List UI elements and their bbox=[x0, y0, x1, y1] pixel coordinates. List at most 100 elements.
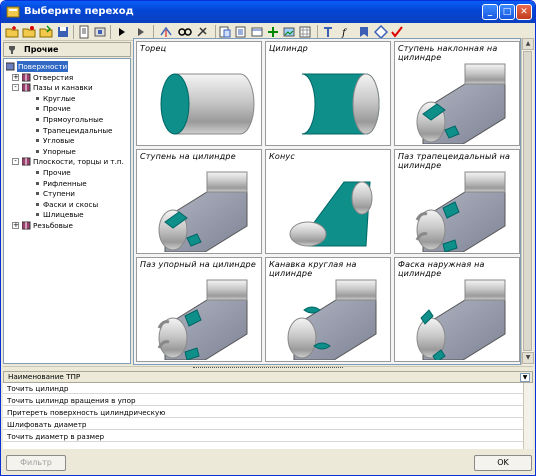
card-caption: Конус bbox=[269, 152, 295, 161]
operation-row[interactable]: Шлифовать диаметр bbox=[3, 419, 523, 430]
filter-icon[interactable] bbox=[134, 25, 148, 39]
save-icon[interactable] bbox=[56, 25, 70, 39]
tree-item-label: Пазы и канавки bbox=[33, 83, 93, 93]
card-caption: Торец bbox=[140, 44, 167, 53]
tree-item-label: Отверстия bbox=[33, 72, 74, 82]
leaf-icon bbox=[36, 128, 39, 132]
properties-icon[interactable] bbox=[77, 25, 91, 39]
text-icon[interactable] bbox=[321, 25, 335, 39]
search-icon[interactable] bbox=[159, 25, 173, 39]
cone-image bbox=[289, 181, 373, 247]
image-icon[interactable] bbox=[282, 25, 296, 39]
transition-card[interactable]: Торец bbox=[136, 41, 262, 146]
tree-item-label: Шлицевые bbox=[43, 210, 84, 220]
ok-button[interactable]: OK bbox=[474, 455, 532, 471]
groove-round-image bbox=[287, 279, 377, 360]
scroll-up-icon[interactable]: ▲ bbox=[522, 38, 534, 50]
tree-item-label: Прочие bbox=[43, 104, 71, 114]
expand-icon[interactable]: + bbox=[12, 73, 19, 81]
category-tree[interactable]: Поверхности + Отверстия - Пазы и канавки Круг… bbox=[3, 58, 131, 364]
groove-trap-image bbox=[415, 171, 506, 252]
transition-card[interactable]: Цилиндр bbox=[265, 41, 391, 146]
operations-list[interactable]: Точить цилиндр Точить цилиндр вращения в … bbox=[3, 383, 533, 449]
leaf-icon bbox=[36, 149, 39, 153]
transition-card[interactable]: Канавка круглая на цилиндре bbox=[265, 257, 391, 362]
tree-item-label: Прямоугольные bbox=[43, 115, 104, 124]
transition-card[interactable]: Конус bbox=[265, 149, 391, 254]
leaf-icon bbox=[36, 107, 39, 111]
add-icon[interactable] bbox=[266, 25, 280, 39]
scroll-thumb[interactable] bbox=[523, 51, 532, 351]
expand-icon[interactable]: + bbox=[12, 222, 19, 229]
operation-row[interactable]: Точить цилиндр bbox=[3, 383, 523, 394]
grid-icon[interactable] bbox=[298, 25, 312, 39]
card-caption: Ступень на цилиндре bbox=[140, 152, 236, 161]
window-title: Выберите переход bbox=[24, 6, 134, 17]
maximize-button[interactable]: □ bbox=[499, 4, 515, 20]
leaf-icon bbox=[36, 118, 39, 121]
insert-icon[interactable] bbox=[250, 25, 264, 39]
diamond-icon[interactable] bbox=[374, 25, 388, 39]
tools-icon[interactable] bbox=[93, 25, 107, 39]
collapse-icon[interactable]: - bbox=[12, 158, 19, 166]
transition-card[interactable]: Ступень наклонная на цилиндре bbox=[394, 41, 520, 146]
card-caption: Паз упорный на цилиндре bbox=[140, 260, 256, 269]
run-icon[interactable] bbox=[115, 25, 129, 39]
transition-card[interactable]: Паз трапецеидальный на цилиндре bbox=[394, 149, 520, 254]
cut-icon[interactable] bbox=[218, 25, 232, 39]
tree-item-label: Рифленные bbox=[43, 178, 87, 188]
tree-item-label: Поверхности bbox=[17, 61, 69, 72]
leaf-icon bbox=[36, 192, 39, 196]
bottom-bar: Фильтр OK bbox=[3, 451, 533, 475]
tree-item-label: Прочие bbox=[43, 168, 71, 177]
transition-card[interactable]: Паз упорный на цилиндре bbox=[136, 257, 262, 362]
operations-header-label: Наименование ТПР bbox=[8, 372, 81, 381]
leaf-icon bbox=[36, 171, 39, 174]
open-icon[interactable] bbox=[39, 25, 53, 39]
book-icon bbox=[22, 73, 31, 82]
book-open-icon bbox=[22, 157, 31, 166]
copy-icon[interactable] bbox=[195, 25, 209, 39]
leaf-icon bbox=[36, 181, 39, 185]
leaf-icon bbox=[36, 213, 39, 217]
leaf-icon bbox=[36, 96, 39, 100]
tree-item-label: Плоскости, торцы и т.п. bbox=[33, 157, 124, 167]
tree-item-label: Ступени bbox=[43, 189, 75, 199]
step-image bbox=[158, 171, 248, 252]
chamfer-image bbox=[416, 279, 506, 360]
scroll-down-icon[interactable]: ▼ bbox=[522, 352, 534, 364]
category-header[interactable]: Прочие bbox=[3, 42, 131, 57]
title-bar[interactable]: Выберите переход _ □ ✕ bbox=[1, 1, 535, 23]
collapse-icon[interactable]: - bbox=[12, 84, 19, 92]
bookmark-icon[interactable] bbox=[357, 25, 371, 39]
transition-gallery[interactable]: Торец Цилиндр Ступень наклонная на цилин… bbox=[133, 38, 521, 365]
minimize-button[interactable]: _ bbox=[482, 4, 498, 20]
gallery-scrollbar[interactable]: ▲ ▼ bbox=[521, 38, 534, 365]
app-icon bbox=[6, 6, 20, 18]
dialog-window: Выберите переход _ □ ✕ f Прочие Поверхно… bbox=[0, 0, 536, 476]
transition-card[interactable]: Фаска наружная на цилиндре bbox=[394, 257, 520, 362]
operations-scrollbar[interactable] bbox=[523, 383, 533, 449]
operation-row[interactable]: Точить диаметр в размер bbox=[3, 431, 523, 442]
new-folder-icon[interactable] bbox=[5, 25, 19, 39]
column-dropdown-icon[interactable]: ▼ bbox=[520, 373, 530, 382]
settings-icon[interactable] bbox=[178, 25, 192, 39]
filter-button[interactable]: Фильтр bbox=[6, 455, 66, 471]
refresh-icon[interactable]: f bbox=[340, 25, 354, 39]
operation-row[interactable]: Притереть поверхность цилиндрическую bbox=[3, 407, 523, 418]
card-caption: Цилиндр bbox=[269, 44, 308, 53]
groove-thrust-image bbox=[157, 279, 248, 360]
step-inclined-image bbox=[416, 63, 506, 144]
operation-row[interactable]: Точить цилиндр вращения в упор bbox=[3, 395, 523, 406]
transition-card[interactable]: Ступень на цилиндре bbox=[136, 149, 262, 254]
leaf-icon bbox=[36, 202, 39, 206]
new-item-icon[interactable] bbox=[22, 25, 36, 39]
close-button[interactable]: ✕ bbox=[516, 4, 532, 20]
tree-item-label: Резьбовые bbox=[33, 221, 73, 230]
leaf-icon bbox=[36, 139, 39, 143]
paste-icon[interactable] bbox=[234, 25, 248, 39]
book-icon bbox=[22, 221, 31, 230]
cylinder-end-image bbox=[160, 73, 255, 135]
checkmark-icon[interactable] bbox=[390, 25, 404, 39]
tree-item-label: Угловые bbox=[43, 136, 75, 146]
